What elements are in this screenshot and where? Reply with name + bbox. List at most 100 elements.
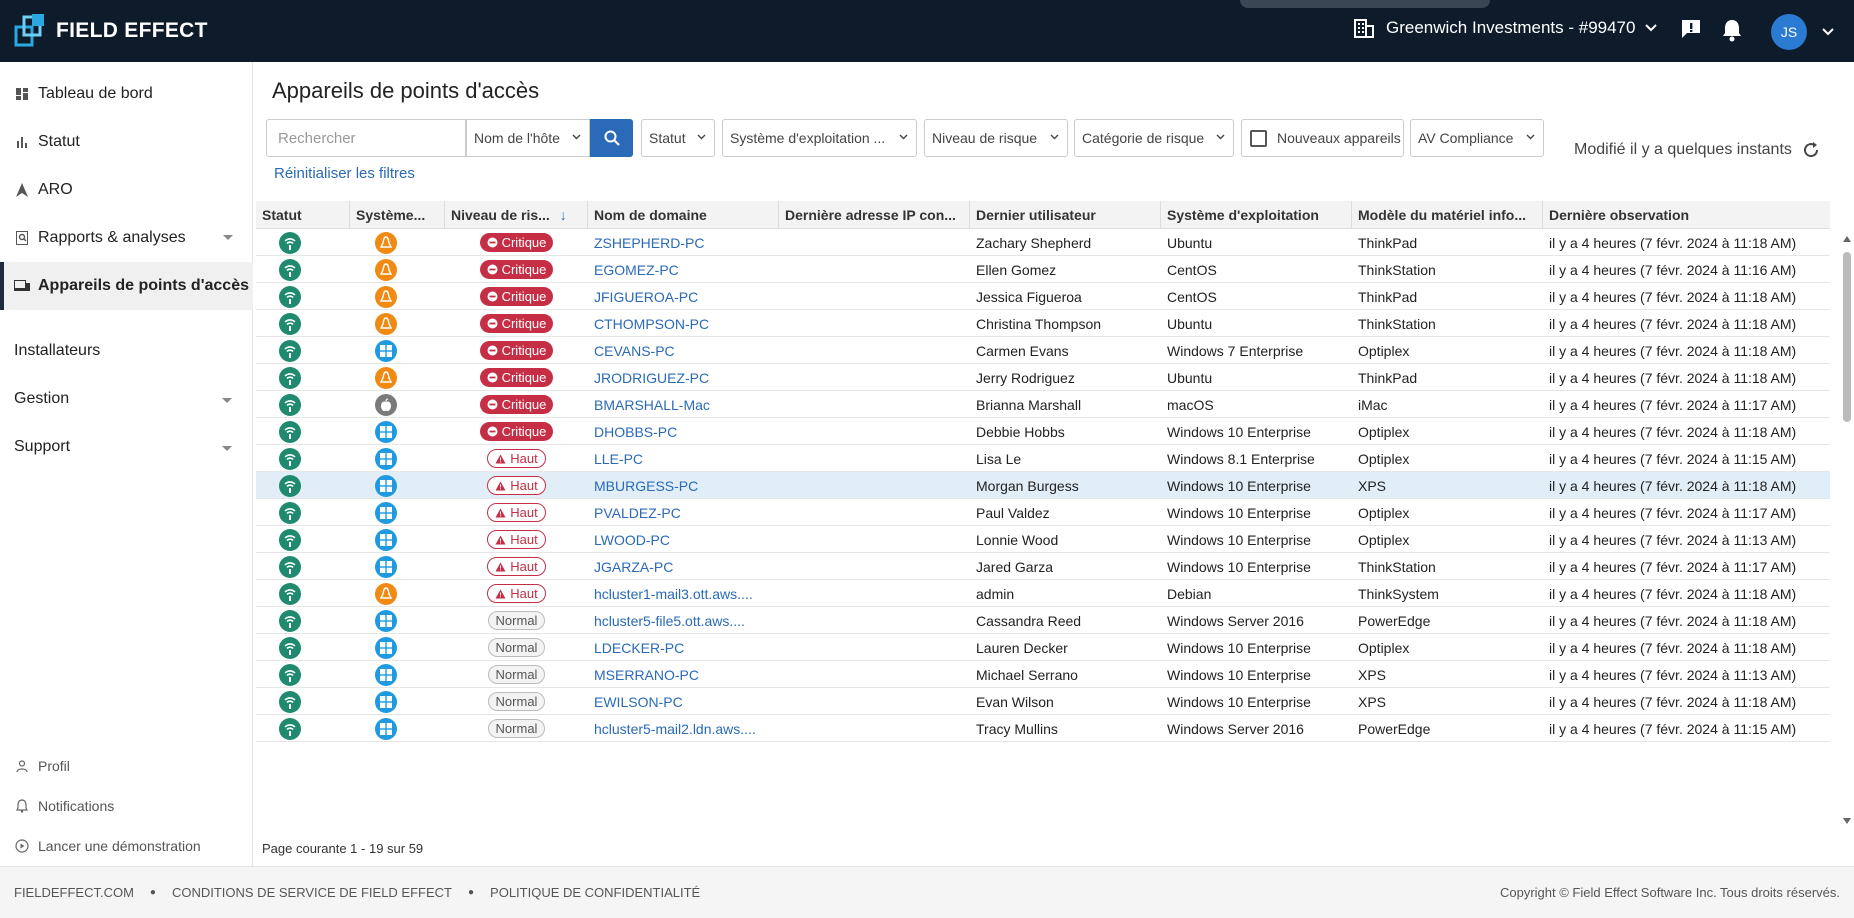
table-row[interactable]: Critique BMARSHALL-Mac Brianna Marshall mac… [256,391,1830,418]
search-input[interactable]: Rechercher [266,119,466,157]
domain-link[interactable]: LDECKER-PC [588,634,779,661]
avatar[interactable]: JS [1771,14,1807,50]
search-button[interactable] [590,119,633,157]
org-selector[interactable]: Greenwich Investments - #99470 [1354,18,1658,38]
sidebar-item-reports[interactable]: Rapports & analyses [0,214,253,262]
col-domain[interactable]: Nom de domaine [588,201,779,229]
col-model[interactable]: Modèle du matériel info... [1352,201,1543,229]
table-row[interactable]: Haut hcluster1-mail3.ott.aws.... admin Debi… [256,580,1830,607]
risk-label: Haut [510,559,538,574]
sidebar-item-profile[interactable]: Profil [14,758,70,774]
top-bar: FIELD EFFECT Greenwich Investments - #99… [0,0,1854,62]
table-row[interactable]: Critique CTHOMPSON-PC Christina Thompson Ub… [256,310,1830,337]
table-row[interactable]: Normal hcluster5-mail2.ldn.aws.... Tracy M… [256,715,1830,742]
domain-link[interactable]: JRODRIGUEZ-PC [588,364,779,391]
reset-filters-link[interactable]: Réinitialiser les filtres [274,165,415,182]
sidebar-item-endpoint-devices[interactable]: Appareils de points d'accès [0,262,253,310]
table-row[interactable]: Normal LDECKER-PC Lauren Decker Windows 10 … [256,634,1830,661]
footer-link-privacy[interactable]: POLITIQUE DE CONFIDENTIALITÉ [490,885,700,900]
risk-label: Normal [495,694,538,709]
domain-link[interactable]: MSERRANO-PC [588,661,779,688]
table-row[interactable]: Haut JGARZA-PC Jared Garza Windows 10 Enter… [256,553,1830,580]
table-row[interactable]: Normal hcluster5-file5.ott.aws.... Cassand… [256,607,1830,634]
table-row[interactable]: Critique DHOBBS-PC Debbie Hobbs Windows 10 … [256,418,1830,445]
sidebar-item-label: Notifications [38,798,115,814]
chevron-down-icon[interactable] [1822,28,1834,36]
col-os[interactable]: Système d'exploitation [1161,201,1352,229]
domain-link[interactable]: DHOBBS-PC [588,418,779,445]
table-row[interactable]: Critique JFIGUEROA-PC Jessica Figueroa Cent… [256,283,1830,310]
model-cell: XPS [1358,693,1387,710]
domain-link[interactable]: JGARZA-PC [588,553,779,580]
domain-link[interactable]: ZSHEPHERD-PC [588,229,779,256]
risk-label: Critique [501,397,547,412]
table-row[interactable]: Critique EGOMEZ-PC Ellen Gomez CentOS ThinkS… [256,256,1830,283]
col-last-seen[interactable]: Dernière observation [1543,201,1830,229]
domain-link[interactable]: EWILSON-PC [588,688,779,715]
domain-link[interactable]: PVALDEZ-PC [588,499,779,526]
table-row[interactable]: Haut LLE-PC Lisa Le Windows 8.1 Enterprise O… [256,445,1830,472]
domain-link[interactable]: hcluster5-mail2.ldn.aws.... [588,715,779,742]
refresh-icon[interactable] [1802,141,1820,159]
col-risk-level[interactable]: Niveau de ris... ↓ [445,201,588,229]
os-filter[interactable]: Système d'exploitation ... [722,119,917,157]
risk-category-filter[interactable]: Catégorie de risque [1074,119,1234,157]
sidebar-item-installers[interactable]: Installateurs [14,342,100,360]
sidebar-item-support[interactable]: Support [14,438,232,456]
table-scrollbar[interactable] [1840,232,1854,832]
sidebar-item-status[interactable]: Statut [0,118,253,166]
av-compliance-filter[interactable]: AV Compliance [1410,119,1544,157]
last-ip-cell [779,445,970,472]
domain-link[interactable]: LWOOD-PC [588,526,779,553]
domain-link[interactable]: BMARSHALL-Mac [588,391,779,418]
new-devices-checkbox[interactable]: Nouveaux appareils [1241,119,1404,157]
col-status[interactable]: Statut [256,201,350,229]
report-search-icon [14,231,30,245]
chevron-down-icon [1645,24,1658,32]
table-row[interactable]: Critique CEVANS-PC Carmen Evans Windows 7 E… [256,337,1830,364]
risk-level-filter-label: Niveau de risque [932,130,1038,146]
linux-icon [375,258,397,281]
sidebar-item-dashboard[interactable]: Tableau de bord [0,70,253,118]
col-os-icon[interactable]: Système... [350,201,445,229]
last-user-cell: Christina Thompson [976,315,1102,332]
sidebar-item-notifications[interactable]: Notifications [14,798,114,814]
table-row[interactable]: Haut PVALDEZ-PC Paul Valdez Windows 10 Ente… [256,499,1830,526]
table-row[interactable]: Normal EWILSON-PC Evan Wilson Windows 10 En… [256,688,1830,715]
footer-link-site[interactable]: FIELDEFFECT.COM [14,885,134,900]
scroll-up-arrow[interactable] [1843,236,1851,242]
col-last-ip[interactable]: Dernière adresse IP con... [779,201,970,229]
sidebar-item-management[interactable]: Gestion [14,390,232,408]
brand-logo[interactable]: FIELD EFFECT [14,13,208,49]
sidebar-item-demo[interactable]: Lancer une démonstration [14,838,201,854]
risk-badge: Haut [487,530,546,549]
table-row[interactable]: Haut MBURGESS-PC Morgan Burgess Windows 10 … [256,472,1830,499]
last-seen-cell: il y a 4 heures (7 févr. 2024 à 11:18 AM… [1549,342,1797,359]
domain-link[interactable]: MBURGESS-PC [588,472,779,499]
search-scope-select[interactable]: Nom de l'hôte [466,119,590,157]
domain-link[interactable]: CTHOMPSON-PC [588,310,779,337]
risk-level-filter[interactable]: Niveau de risque [924,119,1068,157]
col-last-user[interactable]: Dernier utilisateur [970,201,1161,229]
table-row[interactable]: Critique ZSHEPHERD-PC Zachary Shepherd Ubun… [256,229,1830,256]
status-filter[interactable]: Statut [641,119,715,157]
footer-link-terms[interactable]: CONDITIONS DE SERVICE DE FIELD EFFECT [172,885,452,900]
model-cell: PowerEdge [1358,612,1431,629]
scroll-down-arrow[interactable] [1843,818,1851,824]
domain-link[interactable]: hcluster1-mail3.ott.aws.... [588,580,779,607]
domain-link[interactable]: LLE-PC [588,445,779,472]
domain-link[interactable]: EGOMEZ-PC [588,256,779,283]
sidebar-item-aro[interactable]: ARO [0,166,253,214]
table-row[interactable]: Haut LWOOD-PC Lonnie Wood Windows 10 Enterp… [256,526,1830,553]
table-row[interactable]: Normal MSERRANO-PC Michael Serrano Windows … [256,661,1830,688]
feedback-icon[interactable] [1680,18,1702,40]
last-ip-cell [779,688,970,715]
domain-link[interactable]: CEVANS-PC [588,337,779,364]
bell-icon[interactable] [1721,18,1743,42]
checkbox-box[interactable] [1250,129,1267,147]
table-row[interactable]: Critique JRODRIGUEZ-PC Jerry Rodriguez Ubun… [256,364,1830,391]
sidebar-item-label: ARO [38,181,73,198]
domain-link[interactable]: JFIGUEROA-PC [588,283,779,310]
domain-link[interactable]: hcluster5-file5.ott.aws.... [588,607,779,634]
scroll-thumb[interactable] [1843,252,1851,422]
